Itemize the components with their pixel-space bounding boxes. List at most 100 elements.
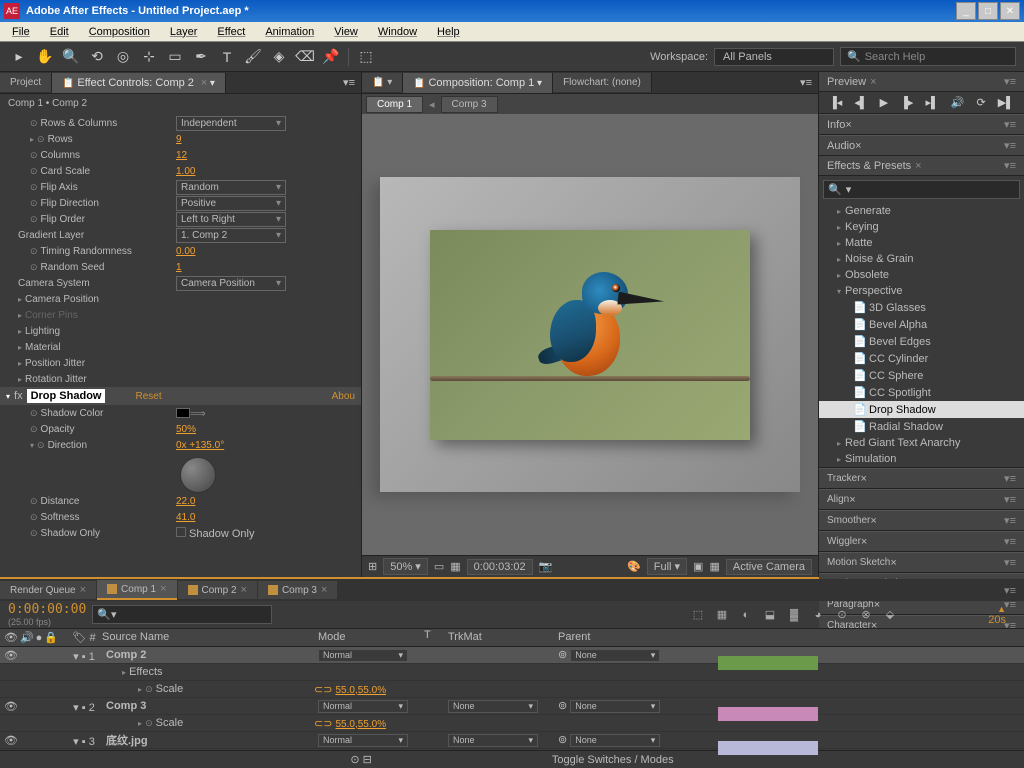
misc-tool-icon[interactable]: ⬚: [355, 46, 377, 68]
ep-item-red-giant-text-anarchy[interactable]: ▸ Red Giant Text Anarchy: [819, 435, 1024, 451]
layer-row[interactable]: 👁▾ ▪ 3底纹.jpgNormalNone⊚ None: [0, 732, 1024, 749]
prop-dropdown[interactable]: Camera Position: [176, 276, 286, 291]
panel-align[interactable]: Align ×▾≡: [819, 489, 1024, 510]
color-swatch[interactable]: [176, 408, 190, 418]
layer-row[interactable]: ▸ ⊙ Scale⊂⊃ 55.0,55.0%: [0, 681, 1024, 698]
nav-arrow-icon[interactable]: ◂: [425, 98, 439, 111]
last-frame-button[interactable]: ▸▌: [925, 96, 938, 109]
rotate-tool-icon[interactable]: ⟲: [86, 46, 108, 68]
menu-window[interactable]: Window: [370, 24, 425, 40]
zoom-tool-icon[interactable]: 🔍: [60, 46, 82, 68]
close-button[interactable]: ✕: [1000, 2, 1020, 20]
tl-icon-5[interactable]: ▓: [784, 606, 804, 624]
prop-value[interactable]: 9: [176, 134, 182, 145]
panel-tracker[interactable]: Tracker ×▾≡: [819, 468, 1024, 489]
col-source-name[interactable]: Source Name: [98, 629, 314, 646]
mute-button[interactable]: 🔊: [951, 96, 965, 109]
time-marker[interactable]: ▲20s: [906, 604, 1006, 626]
ram-preview-button[interactable]: ▶▌: [998, 96, 1014, 109]
tl-icon-8[interactable]: ⊗: [856, 606, 876, 624]
effects-search-input[interactable]: 🔍▾: [823, 180, 1020, 199]
prop-lighting[interactable]: ▸ Lighting: [6, 326, 176, 337]
ep-item-noise-grain[interactable]: ▸ Noise & Grain: [819, 251, 1024, 267]
hand-tool-icon[interactable]: ✋: [34, 46, 56, 68]
tl-icon-3[interactable]: ◐: [736, 606, 756, 624]
about-link[interactable]: Abou: [332, 391, 355, 402]
maximize-button[interactable]: □: [978, 2, 998, 20]
ep-item-generate[interactable]: ▸ Generate: [819, 203, 1024, 219]
prop-camera-position[interactable]: ▸ Camera Position: [6, 294, 176, 305]
menu-effect[interactable]: Effect: [209, 24, 253, 40]
ep-item-radial-shadow[interactable]: 📄Radial Shadow: [819, 418, 1024, 435]
first-frame-button[interactable]: ▐◂: [829, 96, 842, 109]
prop-flip-direction[interactable]: ⊙ Flip Direction: [6, 198, 176, 209]
menu-file[interactable]: File: [4, 24, 38, 40]
menu-edit[interactable]: Edit: [42, 24, 77, 40]
menu-animation[interactable]: Animation: [257, 24, 322, 40]
puppet-tool-icon[interactable]: 📌: [320, 46, 342, 68]
tl-icon-6[interactable]: ◕: [808, 606, 828, 624]
tl-icon-7[interactable]: ⊙: [832, 606, 852, 624]
prop-rotation-jitter[interactable]: ▸ Rotation Jitter: [6, 374, 176, 385]
tl-icon-1[interactable]: ⬚: [688, 606, 708, 624]
selection-tool-icon[interactable]: ▸: [8, 46, 30, 68]
loop-button[interactable]: ⟳: [976, 96, 985, 109]
col-t[interactable]: T: [424, 629, 444, 646]
reset-link[interactable]: Reset: [135, 391, 161, 402]
fx-value[interactable]: 0x +135.0°: [176, 440, 224, 451]
fx-shadow-only[interactable]: ⊙ Shadow Only: [6, 528, 176, 539]
fx-opacity[interactable]: ⊙ Opacity: [6, 424, 176, 435]
comp-viewer[interactable]: [362, 114, 818, 555]
next-frame-button[interactable]: ▐▸: [900, 96, 913, 109]
menu-view[interactable]: View: [326, 24, 366, 40]
prop-random-seed[interactable]: ⊙ Random Seed: [6, 262, 176, 273]
col-mode[interactable]: Mode: [314, 629, 424, 646]
prop-columns[interactable]: ⊙ Columns: [6, 150, 176, 161]
tab-composition[interactable]: 📋 Composition: Comp 1 ▾: [403, 73, 553, 93]
ep-item--d-glasses[interactable]: 📄3D Glasses: [819, 299, 1024, 316]
layer-row[interactable]: 👁▾ ▪ 2Comp 3NormalNone⊚ None: [0, 698, 1024, 715]
menu-help[interactable]: Help: [429, 24, 468, 40]
parent-dropdown[interactable]: None: [570, 649, 660, 662]
ep-item-cc-spotlight[interactable]: 📄CC Spotlight: [819, 384, 1024, 401]
prop-value[interactable]: 12: [176, 150, 187, 161]
ep-item-matte[interactable]: ▸ Matte: [819, 235, 1024, 251]
prop-rows-columns[interactable]: ⊙ Rows & Columns: [6, 118, 176, 129]
search-help[interactable]: 🔍 Search Help: [840, 47, 1016, 66]
snapshot-icon[interactable]: 📷: [539, 560, 553, 573]
panel-menu-icon[interactable]: ▾≡: [794, 76, 818, 89]
rect-tool-icon[interactable]: ▭: [164, 46, 186, 68]
ep-item-keying[interactable]: ▸ Keying: [819, 219, 1024, 235]
stamp-tool-icon[interactable]: ◈: [268, 46, 290, 68]
timeline-tab-comp-[interactable]: Comp 1 ×: [97, 580, 176, 600]
prop-dropdown[interactable]: Independent: [176, 116, 286, 131]
view-dropdown[interactable]: Active Camera: [726, 559, 812, 575]
timecode-display[interactable]: 0:00:00:00: [8, 602, 86, 617]
direction-knob[interactable]: [180, 457, 216, 493]
pen-tool-icon[interactable]: ✒: [190, 46, 212, 68]
prop-value[interactable]: 0.00: [176, 246, 195, 257]
eye-icon[interactable]: 👁: [4, 700, 18, 713]
info-panel-header[interactable]: Info ×▾≡: [819, 114, 1024, 135]
prop-timing-randomness[interactable]: ⊙ Timing Randomness: [6, 246, 176, 257]
fx-direction[interactable]: ▾ ⊙ Direction: [6, 440, 176, 451]
prop-gradient-layer[interactable]: Gradient Layer: [6, 230, 176, 241]
fx-distance[interactable]: ⊙ Distance: [6, 496, 176, 507]
ep-item-bevel-alpha[interactable]: 📄Bevel Alpha: [819, 316, 1024, 333]
prev-frame-button[interactable]: ◂▌: [854, 96, 867, 109]
fx-value[interactable]: 50%: [176, 424, 196, 435]
viewer-tab-comp1[interactable]: Comp 1: [366, 96, 423, 113]
time-display[interactable]: 0:00:03:02: [467, 559, 533, 575]
prop-flip-axis[interactable]: ⊙ Flip Axis: [6, 182, 176, 193]
quality-dropdown[interactable]: Full ▾: [647, 558, 687, 575]
ep-item-bevel-edges[interactable]: 📄Bevel Edges: [819, 333, 1024, 350]
ep-item-cc-sphere[interactable]: 📄CC Sphere: [819, 367, 1024, 384]
preview-panel-header[interactable]: Preview×▾≡: [819, 72, 1024, 92]
ep-item-perspective[interactable]: ▾ Perspective: [819, 283, 1024, 299]
prop-dropdown[interactable]: 1. Comp 2: [176, 228, 286, 243]
brush-tool-icon[interactable]: 🖌: [242, 46, 264, 68]
workspace-dropdown[interactable]: All Panels: [714, 48, 834, 66]
timeline-tab-comp-[interactable]: Comp 2 ×: [178, 581, 257, 599]
panel-motion-sketch[interactable]: Motion Sketch ×▾≡: [819, 552, 1024, 573]
trkmat-dropdown[interactable]: None: [448, 734, 538, 747]
